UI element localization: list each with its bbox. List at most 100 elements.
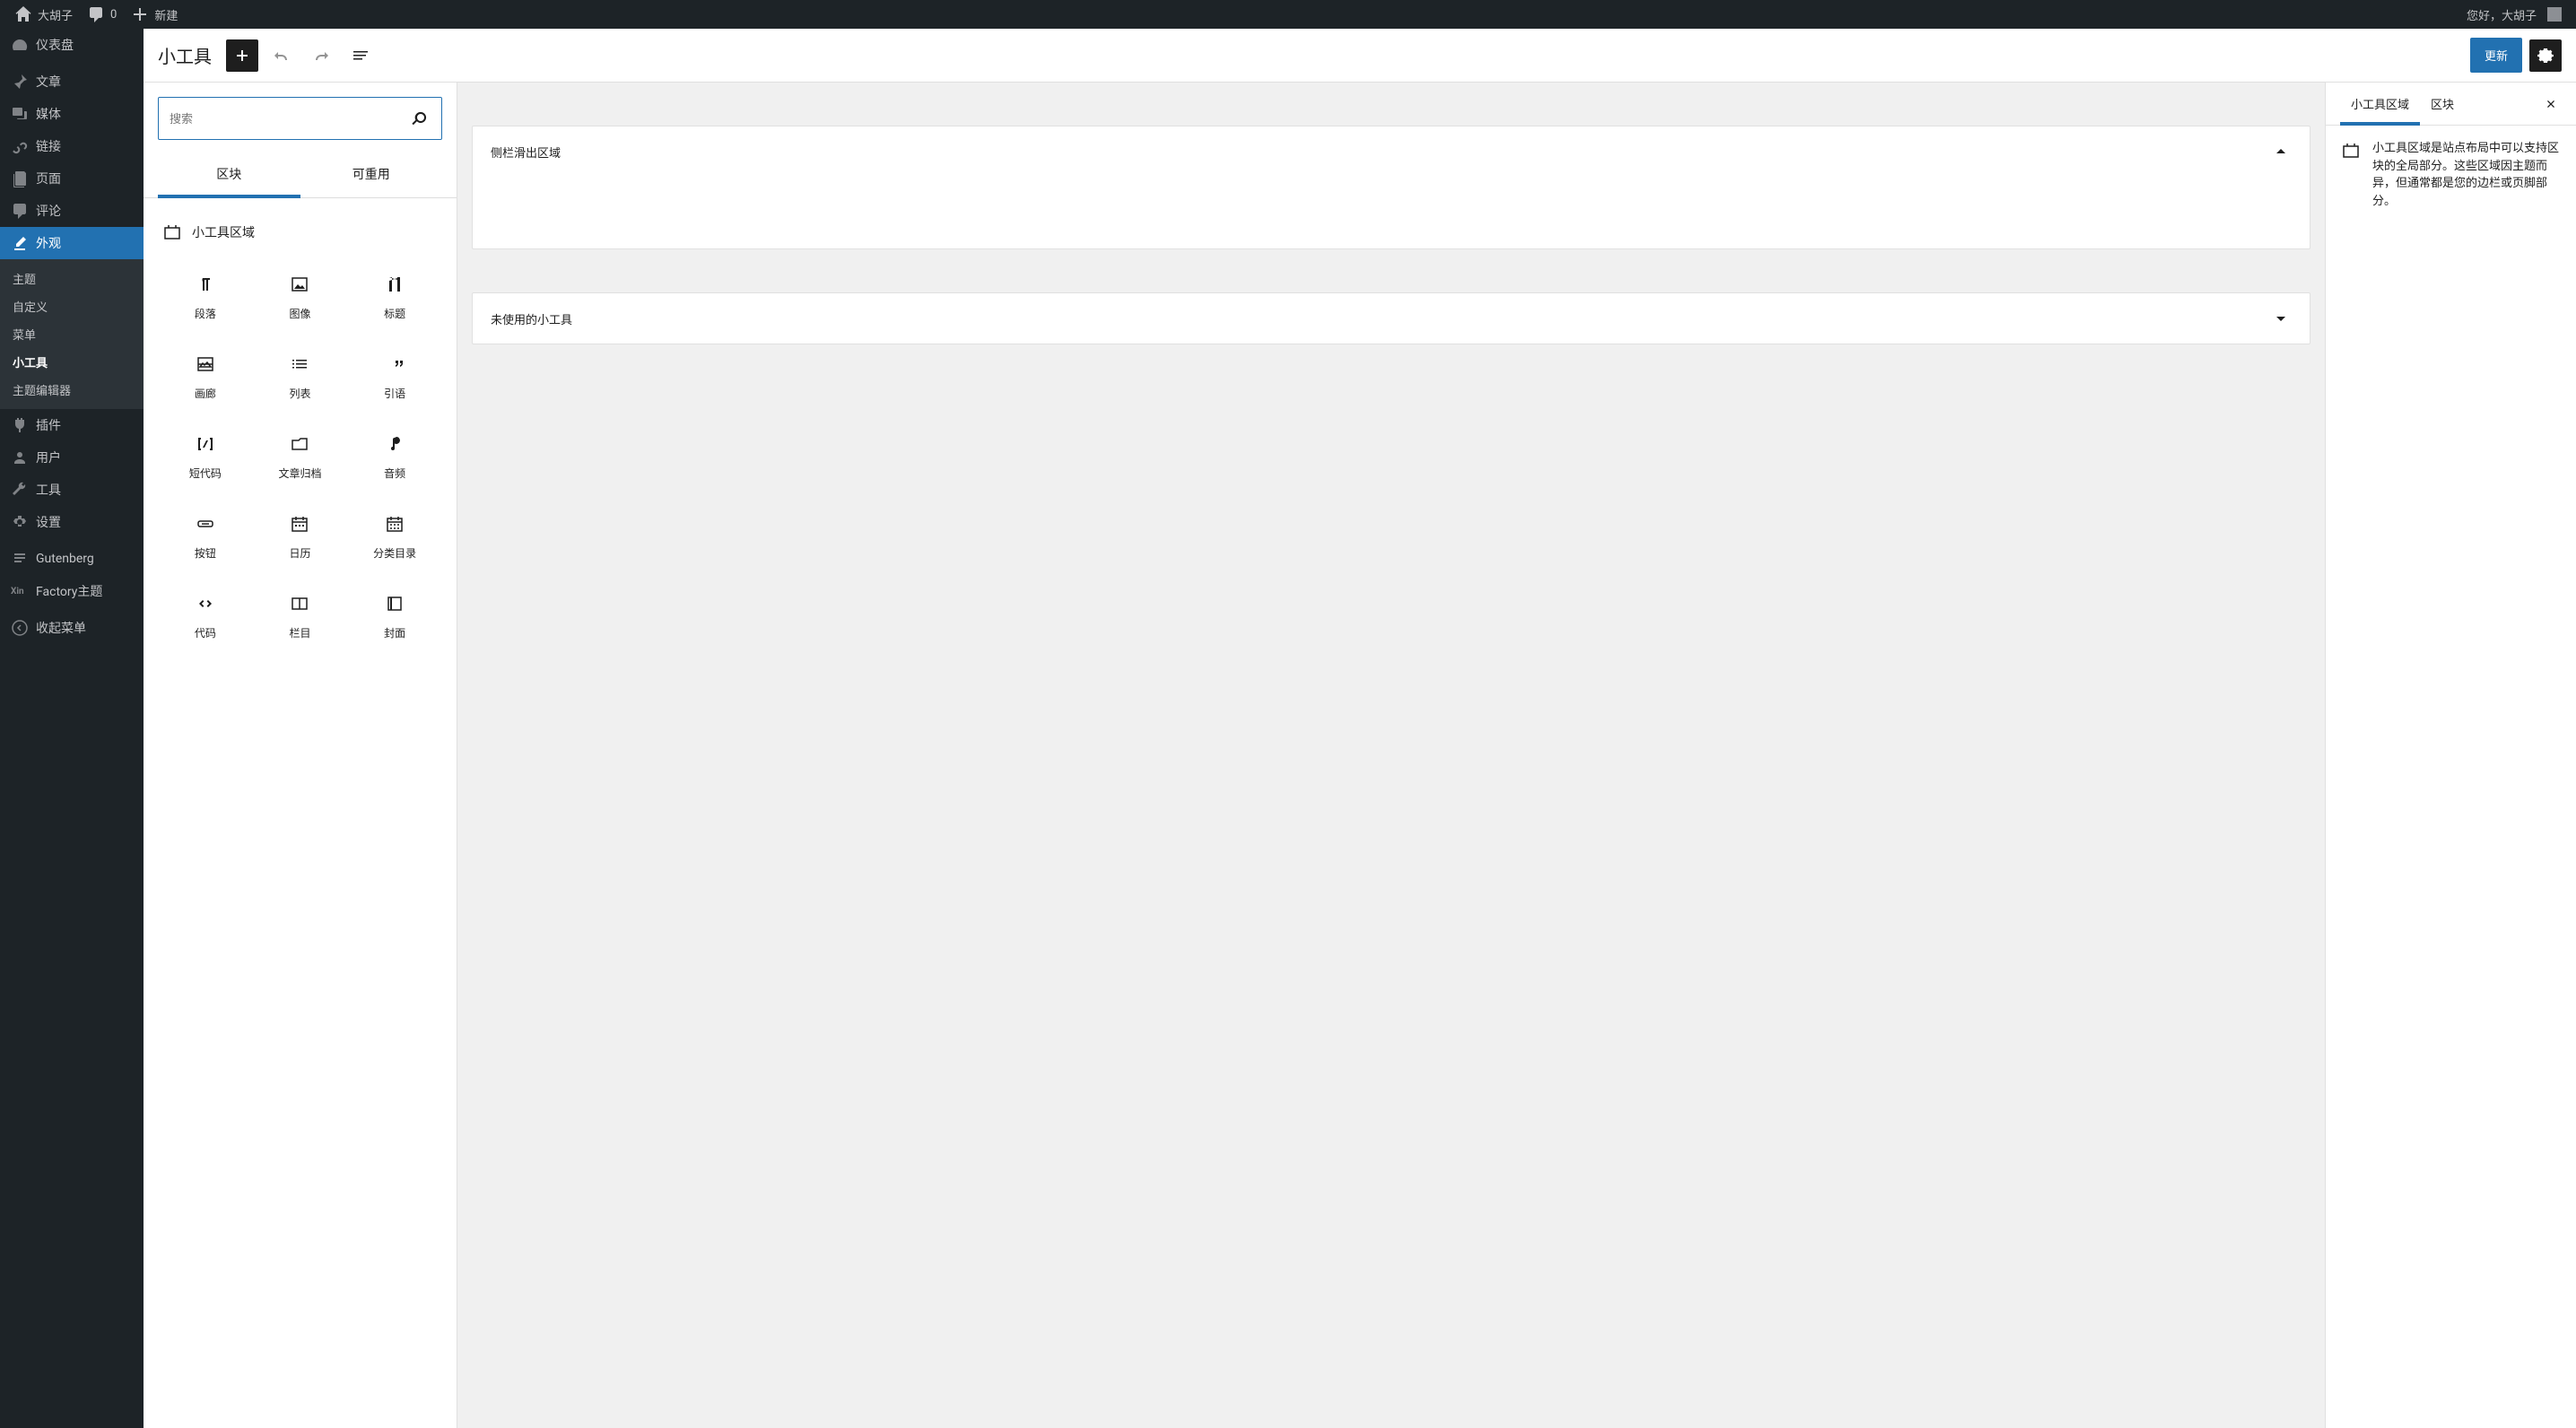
- redo-button[interactable]: [305, 39, 337, 72]
- search-input[interactable]: [170, 112, 409, 126]
- block-item-label: 引语: [384, 386, 405, 401]
- gutenberg-icon: [11, 550, 29, 568]
- update-button[interactable]: 更新: [2470, 38, 2522, 73]
- settings-icon: [11, 513, 29, 531]
- block-item-shortcode[interactable]: 短代码: [158, 417, 253, 497]
- widget-area-header-0[interactable]: 侧栏滑出区域: [473, 126, 2310, 177]
- block-item-image[interactable]: 图像: [253, 257, 348, 337]
- inserter-tabs: 区块 可重用: [144, 154, 457, 198]
- block-item-label: 日历: [289, 545, 310, 561]
- widget-area-body-0[interactable]: [473, 177, 2310, 248]
- gallery-icon: [195, 353, 216, 375]
- settings-sidebar: 小工具区域 区块 小工具区域是站点布局中可以支持区块的全局部分。这些区域因主题而…: [2325, 83, 2576, 1428]
- block-item-cover[interactable]: 封面: [347, 577, 442, 657]
- widget-area-header-1[interactable]: 未使用的小工具: [473, 293, 2310, 344]
- toolbar-greeting: 您好，大胡子: [2467, 6, 2537, 23]
- menu-tools[interactable]: 工具: [0, 474, 144, 506]
- block-item-button[interactable]: 按钮: [158, 497, 253, 577]
- close-icon: [2544, 97, 2558, 111]
- menu-factory[interactable]: Xin Factory主题: [0, 575, 144, 607]
- toolbar-account[interactable]: 您好，大胡子: [2459, 0, 2569, 29]
- sidebar-tab-widget-areas[interactable]: 小工具区域: [2340, 83, 2420, 125]
- menu-settings[interactable]: 设置: [0, 506, 144, 538]
- menu-users[interactable]: 用户: [0, 441, 144, 474]
- chevron-down-icon: [2270, 308, 2292, 329]
- users-icon: [11, 448, 29, 466]
- block-item-archive[interactable]: 文章归档: [253, 417, 348, 497]
- settings-toggle-button[interactable]: [2529, 39, 2562, 72]
- editor-header: 小工具 更新: [144, 29, 2576, 83]
- search-box: [158, 97, 442, 140]
- appearance-icon: [11, 234, 29, 252]
- pin-icon: [11, 73, 29, 91]
- menu-posts[interactable]: 文章: [0, 65, 144, 98]
- workspace: 小工具 更新: [144, 29, 2576, 1428]
- calendar-icon: [289, 513, 310, 535]
- block-item-code[interactable]: 代码: [158, 577, 253, 657]
- menu-pages[interactable]: 页面: [0, 162, 144, 195]
- submenu-customize[interactable]: 自定义: [0, 292, 144, 320]
- block-item-label: 画廊: [195, 386, 216, 401]
- tools-icon: [11, 481, 29, 499]
- gear-icon: [2535, 45, 2556, 66]
- comments-icon: [11, 202, 29, 220]
- inserter-toggle-button[interactable]: [226, 39, 258, 72]
- block-item-label: 音频: [384, 466, 405, 481]
- cover-icon: [384, 593, 405, 614]
- list-view-icon: [350, 45, 371, 66]
- page-title: 小工具: [158, 42, 212, 68]
- sidebar-tab-block[interactable]: 区块: [2420, 83, 2465, 125]
- block-item-label: 标题: [384, 306, 405, 321]
- menu-links[interactable]: 链接: [0, 130, 144, 162]
- plus-icon: [231, 45, 253, 66]
- submenu-theme-editor[interactable]: 主题编辑器: [0, 376, 144, 404]
- comment-icon: [87, 5, 105, 23]
- block-item-list[interactable]: 列表: [253, 337, 348, 417]
- block-item-label: 分类目录: [373, 545, 416, 561]
- block-item-heading[interactable]: 标题: [347, 257, 442, 337]
- submenu-menus[interactable]: 菜单: [0, 320, 144, 348]
- block-grid: 段落图像标题画廊 列表引语短代码 文章归档音频按钮 日历 分类目录代码栏目封面: [158, 257, 442, 657]
- undo-icon: [271, 45, 292, 66]
- undo-button[interactable]: [265, 39, 298, 72]
- menu-media[interactable]: 媒体: [0, 98, 144, 130]
- block-item-columns[interactable]: 栏目: [253, 577, 348, 657]
- menu-plugins[interactable]: 插件: [0, 409, 144, 441]
- tab-blocks[interactable]: 区块: [158, 154, 300, 197]
- block-item-audio[interactable]: 音频: [347, 417, 442, 497]
- menu-appearance[interactable]: 外观: [0, 227, 144, 259]
- block-item-paragraph[interactable]: 段落: [158, 257, 253, 337]
- page-icon: [11, 170, 29, 187]
- submenu-widgets[interactable]: 小工具: [0, 348, 144, 376]
- admin-toolbar: 大胡子 0 新建 您好，大胡子: [0, 0, 2576, 29]
- toolbar-new-label: 新建: [154, 6, 178, 23]
- toolbar-site[interactable]: 大胡子: [7, 0, 80, 29]
- submenu-themes[interactable]: 主题: [0, 265, 144, 292]
- toolbar-new[interactable]: 新建: [124, 0, 185, 29]
- toolbar-comments[interactable]: 0: [80, 0, 124, 29]
- block-item-categories[interactable]: 分类目录: [347, 497, 442, 577]
- category-widget-areas[interactable]: 小工具区域: [158, 213, 442, 257]
- columns-icon: [289, 593, 310, 614]
- menu-collapse[interactable]: 收起菜单: [0, 612, 144, 644]
- toolbar-site-name: 大胡子: [38, 6, 73, 23]
- block-item-label: 按钮: [195, 545, 216, 561]
- menu-dashboard[interactable]: 仪表盘: [0, 29, 144, 61]
- search-icon: [409, 108, 431, 129]
- block-item-label: 短代码: [189, 466, 222, 481]
- block-item-calendar[interactable]: 日历: [253, 497, 348, 577]
- block-item-label: 封面: [384, 625, 405, 640]
- menu-gutenberg[interactable]: Gutenberg: [0, 543, 144, 575]
- collapse-icon: [11, 619, 29, 637]
- appearance-submenu: 主题 自定义 菜单 小工具 主题编辑器: [0, 259, 144, 409]
- tab-reusable[interactable]: 可重用: [300, 154, 443, 197]
- editor-canvas: 侧栏滑出区域 未使用的小工具: [457, 83, 2325, 1428]
- menu-comments[interactable]: 评论: [0, 195, 144, 227]
- block-item-quote[interactable]: 引语: [347, 337, 442, 417]
- close-sidebar-button[interactable]: [2540, 93, 2562, 115]
- toolbar-comments-count: 0: [110, 8, 117, 22]
- quote-icon: [384, 353, 405, 375]
- block-item-gallery[interactable]: 画廊: [158, 337, 253, 417]
- list-view-button[interactable]: [344, 39, 377, 72]
- factory-icon: Xin: [11, 587, 29, 596]
